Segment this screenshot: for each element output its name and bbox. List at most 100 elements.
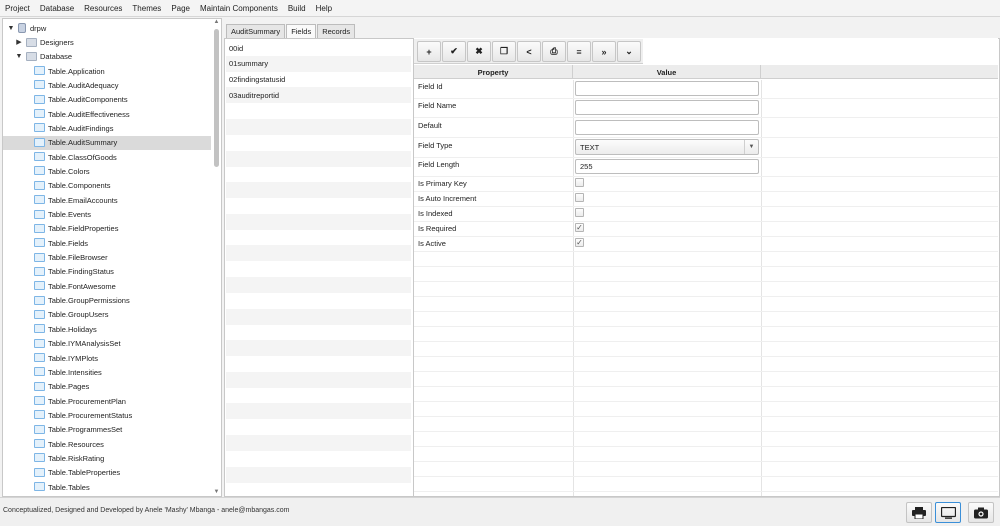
table-icon [34, 453, 45, 463]
tree-item-database[interactable]: ▼ Database [3, 49, 211, 63]
tree-item-table[interactable]: Table.EmailAccounts [3, 193, 211, 207]
tree-item-table[interactable]: Table.Colors [3, 164, 211, 178]
menu-page[interactable]: Page [171, 4, 190, 13]
tree-item-label: Table.Events [48, 210, 91, 219]
menu-themes[interactable]: Themes [132, 4, 161, 13]
add-button[interactable]: + [417, 41, 441, 62]
menu-help[interactable]: Help [316, 4, 332, 13]
database-icon [18, 23, 26, 33]
tree-item-table[interactable]: Table.ProcurementStatus [3, 408, 211, 422]
collapse-arrow-icon[interactable]: ▶ [15, 37, 23, 47]
is-required-checkbox[interactable]: ✓ [575, 223, 584, 232]
chevron-down-icon: ⌄ [625, 46, 633, 56]
tree-item-table[interactable]: Table.AuditComponents [3, 93, 211, 107]
tree-item-table[interactable]: Table.Resources [3, 437, 211, 451]
field-list-empty-row [226, 230, 411, 246]
table-icon [34, 137, 45, 147]
menu-project[interactable]: Project [5, 4, 30, 13]
is-indexed-checkbox[interactable] [575, 208, 584, 217]
field-type-select[interactable]: TEXT ▼ [575, 139, 759, 155]
tab-fields[interactable]: Fields [286, 24, 317, 38]
field-list-item[interactable]: 02findingstatusid [226, 72, 411, 88]
expand-arrow-icon[interactable]: ▼ [15, 51, 23, 61]
tree-item-table[interactable]: Table.Application [3, 64, 211, 78]
label-default: Default [418, 121, 442, 130]
delete-button[interactable]: ✖ [467, 41, 491, 62]
project-tree[interactable]: ▼ drpw ▶ Designers ▼ Database Table.Appl… [2, 18, 222, 497]
menu-bar: Project Database Resources Themes Page M… [0, 0, 1000, 17]
field-length-input[interactable]: 255 [575, 159, 759, 174]
field-list[interactable]: 00id 01summary 02findingstatusid 03auditrep… [226, 40, 411, 496]
is-active-checkbox[interactable]: ✓ [575, 238, 584, 247]
print-button[interactable]: ⎙ [542, 41, 566, 62]
menu-maintain-components[interactable]: Maintain Components [200, 4, 278, 13]
menu-database[interactable]: Database [40, 4, 74, 13]
table-icon [34, 180, 45, 190]
tree-item-table[interactable]: Table.FindingStatus [3, 265, 211, 279]
tree-item-table[interactable]: Table.FileBrowser [3, 251, 211, 265]
tree-item-table[interactable]: Table.ClassOfGoods [3, 150, 211, 164]
tree-item-label: Table.Fields [48, 238, 89, 248]
tree-item-table[interactable]: Table.IYMPlots [3, 351, 211, 365]
tree-item-table[interactable]: Table.FieldProperties [3, 222, 211, 236]
field-name-input[interactable] [575, 100, 759, 115]
camera-status-button[interactable] [968, 502, 994, 523]
tree-scroll-thumb[interactable] [214, 29, 219, 167]
expand-arrow-icon[interactable]: ▼ [7, 23, 15, 33]
print-status-button[interactable] [906, 502, 932, 523]
tree-item-table[interactable]: Table.Fields [3, 236, 211, 250]
tree-item-label: Table.AuditAdequacy [48, 80, 119, 90]
forward-button[interactable]: » [592, 41, 616, 62]
save-button[interactable]: ✔ [442, 41, 466, 62]
display-status-button[interactable] [935, 502, 961, 523]
tree-scrollbar[interactable]: ▲ ▼ [213, 19, 220, 495]
chevron-down-icon[interactable]: ▼ [744, 140, 758, 154]
tab-records[interactable]: Records [317, 24, 356, 38]
field-list-empty-row [226, 419, 411, 435]
tree-item-table[interactable]: Table.TableProperties [3, 466, 211, 480]
tree-item-table[interactable]: Table.AuditAdequacy [3, 78, 211, 92]
tab-auditsummary[interactable]: AuditSummary [226, 24, 286, 38]
field-list-empty-row [226, 277, 411, 293]
tree-item-table[interactable]: Table.ProcurementPlan [3, 394, 211, 408]
tree-item-table[interactable]: Table.ProgrammesSet [3, 423, 211, 437]
tree-item-table[interactable]: Table.AuditEffectiveness [3, 107, 211, 121]
tree-item-table[interactable]: Table.AuditSummary [3, 135, 211, 150]
times-icon: ✖ [475, 46, 483, 56]
tree-item-table[interactable]: Table.Holidays [3, 322, 211, 336]
tree-item-label: Table.IYMPlots [48, 353, 99, 363]
field-list-empty-row [226, 324, 411, 340]
field-list-item[interactable]: 00id [226, 40, 411, 56]
tree-item-table[interactable]: Table.AuditFindings [3, 121, 211, 135]
tree-item-table[interactable]: Table.Events [3, 208, 211, 222]
field-list-item[interactable]: 01summary [226, 55, 411, 72]
share-button[interactable]: < [517, 41, 541, 62]
tree-item-table[interactable]: Table.GroupPermissions [3, 294, 211, 308]
tree-item-root[interactable]: ▼ drpw [3, 21, 211, 35]
menu-build[interactable]: Build [288, 4, 306, 13]
default-input[interactable] [575, 120, 759, 135]
list-button[interactable]: ≡ [567, 41, 591, 62]
tree-item-label: Table.ProcurementPlan [48, 396, 126, 406]
tree-item-table[interactable]: Table.Intensities [3, 365, 211, 379]
scroll-up-icon[interactable]: ▲ [213, 19, 220, 25]
tree-item-label: Table.EmailAccounts [48, 195, 118, 205]
tree-item-table[interactable]: Table.IYMAnalysisSet [3, 337, 211, 351]
menu-resources[interactable]: Resources [84, 4, 122, 13]
is-primary-key-checkbox[interactable] [575, 178, 584, 187]
field-list-empty-row [226, 371, 411, 388]
tree-item-table[interactable]: Table.Components [3, 179, 211, 193]
tree-item-table[interactable]: Table.Tables [3, 480, 211, 494]
field-id-input[interactable] [575, 81, 759, 96]
tree-item-designers[interactable]: ▶ Designers [3, 35, 211, 49]
expand-button[interactable]: ⌄ [617, 41, 641, 62]
tree-item-label: Table.AuditEffectiveness [48, 109, 130, 119]
tree-item-table[interactable]: Table.Pages [3, 380, 211, 394]
tree-item-table[interactable]: Table.FontAwesome [3, 279, 211, 293]
is-auto-increment-checkbox[interactable] [575, 193, 584, 202]
tree-item-table[interactable]: Table.GroupUsers [3, 308, 211, 322]
scroll-down-icon[interactable]: ▼ [213, 489, 220, 495]
field-list-item[interactable]: 03auditreportid [226, 87, 411, 104]
tree-item-table[interactable]: Table.RiskRating [3, 451, 211, 465]
copy-button[interactable]: ❐ [492, 41, 516, 62]
